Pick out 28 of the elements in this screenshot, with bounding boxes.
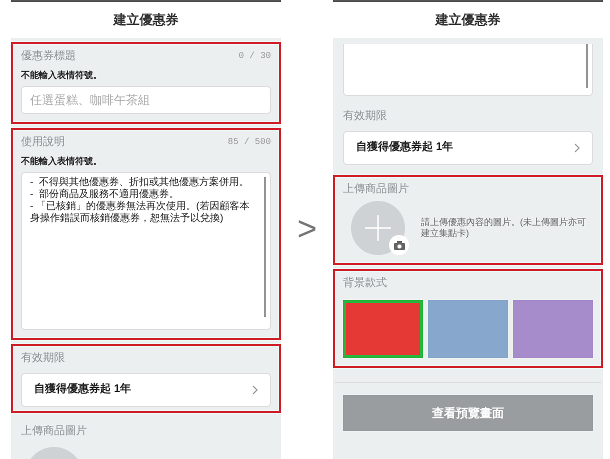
- page-title: 建立優惠券: [436, 11, 500, 30]
- camera-icon: [389, 235, 409, 255]
- title-input-field[interactable]: 任選蛋糕、咖啡午茶組: [21, 86, 271, 114]
- section-label: 上傳商品圖片: [343, 182, 410, 196]
- char-counter: 85 / 500: [228, 136, 271, 148]
- hint-text: 不能輸入表情符號。: [21, 68, 103, 82]
- section-label: 有效期限: [343, 109, 388, 124]
- description-textarea[interactable]: - 不得與其他優惠券、折扣或其他優惠方案併用。 - 部份商品及服務不適用優惠券。 - 「已核銷」的優惠券無法再次使用。(若因顧客本身操作錯誤而核銷優惠券，恕無法予以兌換): [21, 172, 271, 330]
- page-title: 建立優惠券: [114, 11, 178, 30]
- section-label: 上傳商品圖片: [21, 424, 88, 438]
- upload-note: 請上傳優惠內容的圖片。(未上傳圖片亦可建立集點卡): [421, 217, 587, 239]
- hint-text: 不能輸入表情符號。: [21, 154, 103, 168]
- section-label: 使用說明: [21, 135, 65, 150]
- char-counter: 0 / 30: [238, 50, 271, 62]
- description-textarea[interactable]: [343, 44, 593, 96]
- background-swatch[interactable]: [428, 300, 508, 358]
- validity-select[interactable]: 自獲得優惠券起 1年: [21, 372, 271, 406]
- section-label: 背景款式: [343, 276, 388, 291]
- chevron-right-icon: [252, 384, 258, 394]
- chevron-right-icon: [574, 142, 580, 152]
- section-label: 有效期限: [21, 351, 66, 366]
- arrow-separator: >: [297, 209, 317, 250]
- background-swatch[interactable]: [513, 300, 593, 358]
- section-label: 優惠券標題: [21, 48, 76, 64]
- plus-icon: [365, 215, 391, 241]
- background-swatch[interactable]: [343, 300, 423, 358]
- scrollbar: [586, 44, 588, 88]
- validity-select[interactable]: 自獲得優惠券起 1年: [343, 130, 593, 164]
